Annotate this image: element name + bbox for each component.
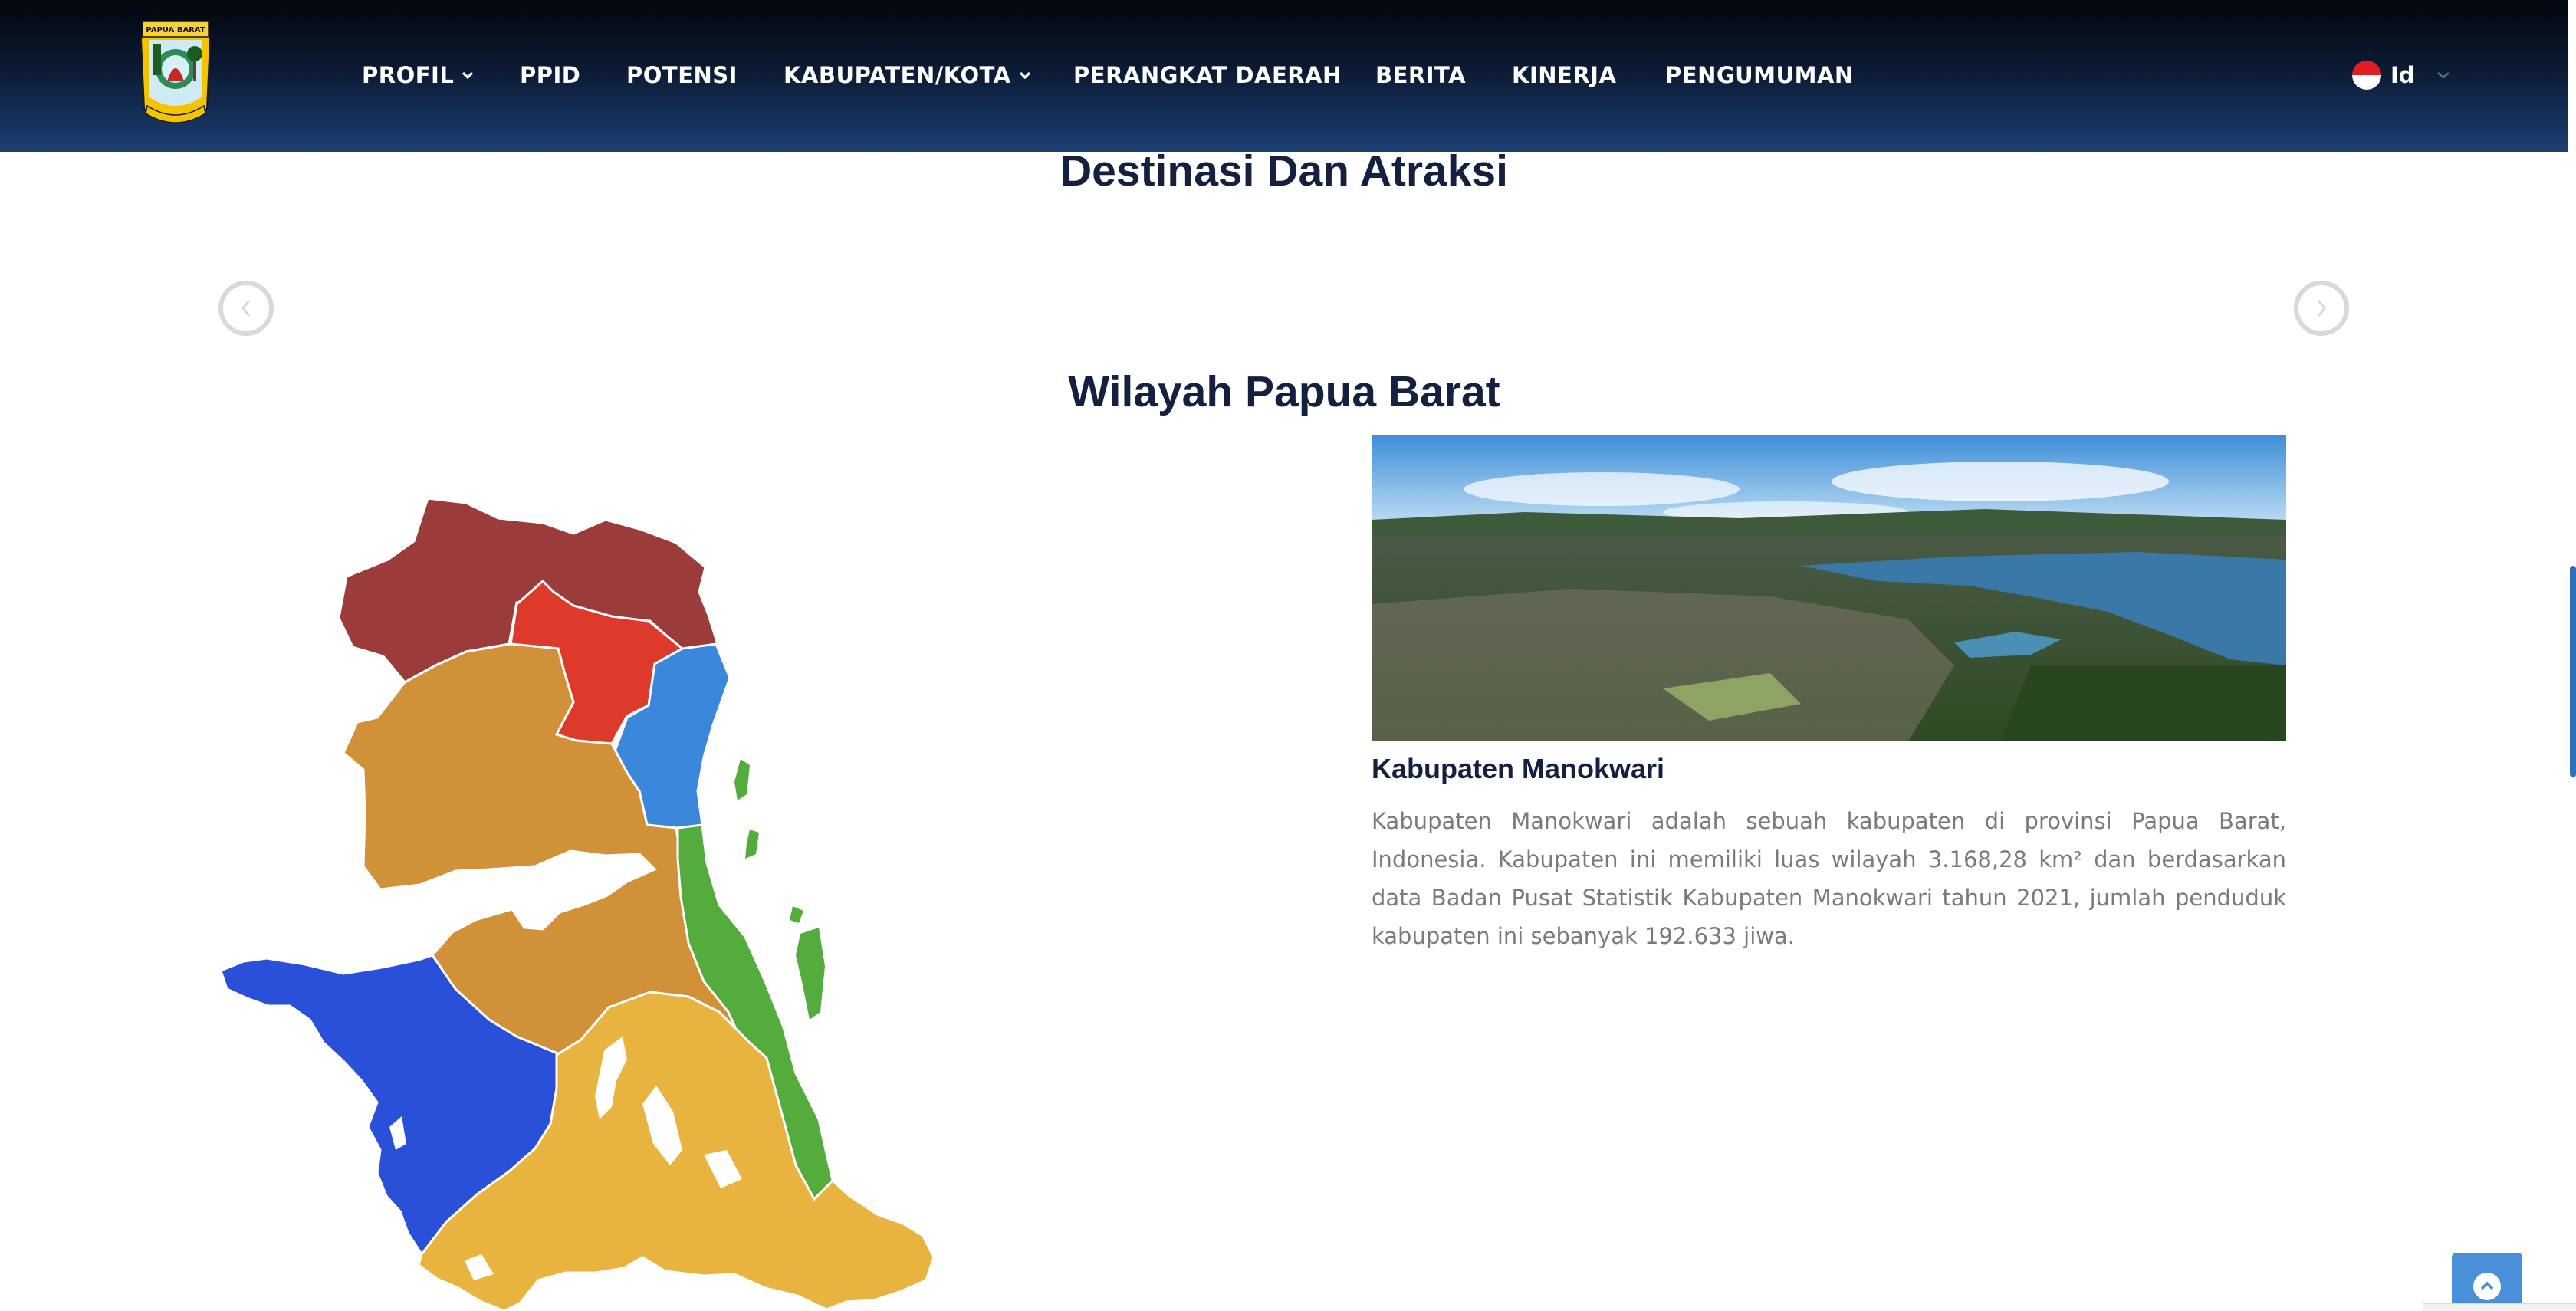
- chevron-right-icon: [2317, 300, 2326, 317]
- carousel-next-button[interactable]: [2294, 281, 2349, 336]
- nav-berita[interactable]: BERITA: [1375, 58, 1466, 92]
- map-island: [796, 928, 825, 1020]
- nav-potensi[interactable]: POTENSI: [626, 58, 738, 92]
- destinations-title: Destinasi Dan Atraksi: [1060, 146, 1508, 196]
- nav-kabupaten-kota[interactable]: KABUPATEN/KOTA: [784, 58, 1031, 92]
- nav-label: PPID: [520, 62, 581, 88]
- logo-banner-text: PAPUA BARAT: [146, 26, 205, 34]
- map-island: [790, 906, 803, 923]
- papua-barat-region-map: [219, 497, 935, 1311]
- nav-perangkat-daerah[interactable]: PERANGKAT DAERAH: [1073, 58, 1342, 92]
- manokwari-aerial-photo: [1372, 435, 2286, 741]
- map-island: [734, 759, 750, 800]
- chevron-down-icon: [2436, 72, 2450, 79]
- recaptcha-badge: [2423, 1303, 2576, 1311]
- chevron-down-icon: [1019, 71, 1030, 80]
- chevron-up-icon: [2473, 1273, 2501, 1300]
- nav-pengumuman[interactable]: PENGUMUMAN: [1665, 58, 1854, 92]
- map-island: [745, 830, 759, 859]
- language-label: Id: [2390, 62, 2415, 88]
- nav-label: KINERJA: [1512, 62, 1617, 88]
- nav-label: POTENSI: [626, 62, 738, 88]
- nav-label: PROFIL: [362, 62, 455, 88]
- back-to-top-button[interactable]: [2452, 1253, 2522, 1311]
- region-title: Wilayah Papua Barat: [1068, 367, 1500, 416]
- carousel-prev-button[interactable]: [219, 281, 274, 336]
- selected-regency-description: Kabupaten Manokwari adalah sebuah kabupa…: [1372, 808, 2286, 949]
- nav-profil[interactable]: PROFIL: [362, 58, 474, 92]
- nav-label: PENGUMUMAN: [1665, 62, 1854, 88]
- nav-label: PERANGKAT DAERAH: [1073, 62, 1342, 88]
- nav-kinerja[interactable]: KINERJA: [1512, 58, 1616, 92]
- chevron-left-icon: [242, 300, 251, 317]
- scrollbar-thumb[interactable]: [2570, 566, 2576, 777]
- chevron-down-icon: [462, 71, 474, 80]
- language-selector[interactable]: Id: [2352, 58, 2450, 92]
- nav-ppid[interactable]: PPID: [520, 58, 580, 92]
- nav-label: KABUPATEN/KOTA: [784, 62, 1011, 88]
- nav-label: BERITA: [1375, 62, 1467, 88]
- page: PAPUA BARAT PROFIL PPID POTENSI KABUPATE…: [0, 0, 2576, 1311]
- top-navbar: PAPUA BARAT PROFIL PPID POTENSI KABUPATE…: [0, 0, 2568, 152]
- selected-regency-name: Kabupaten Manokwari: [1372, 753, 1665, 784]
- indonesia-flag-icon: [2352, 61, 2381, 90]
- papua-barat-emblem-logo[interactable]: PAPUA BARAT: [136, 17, 215, 132]
